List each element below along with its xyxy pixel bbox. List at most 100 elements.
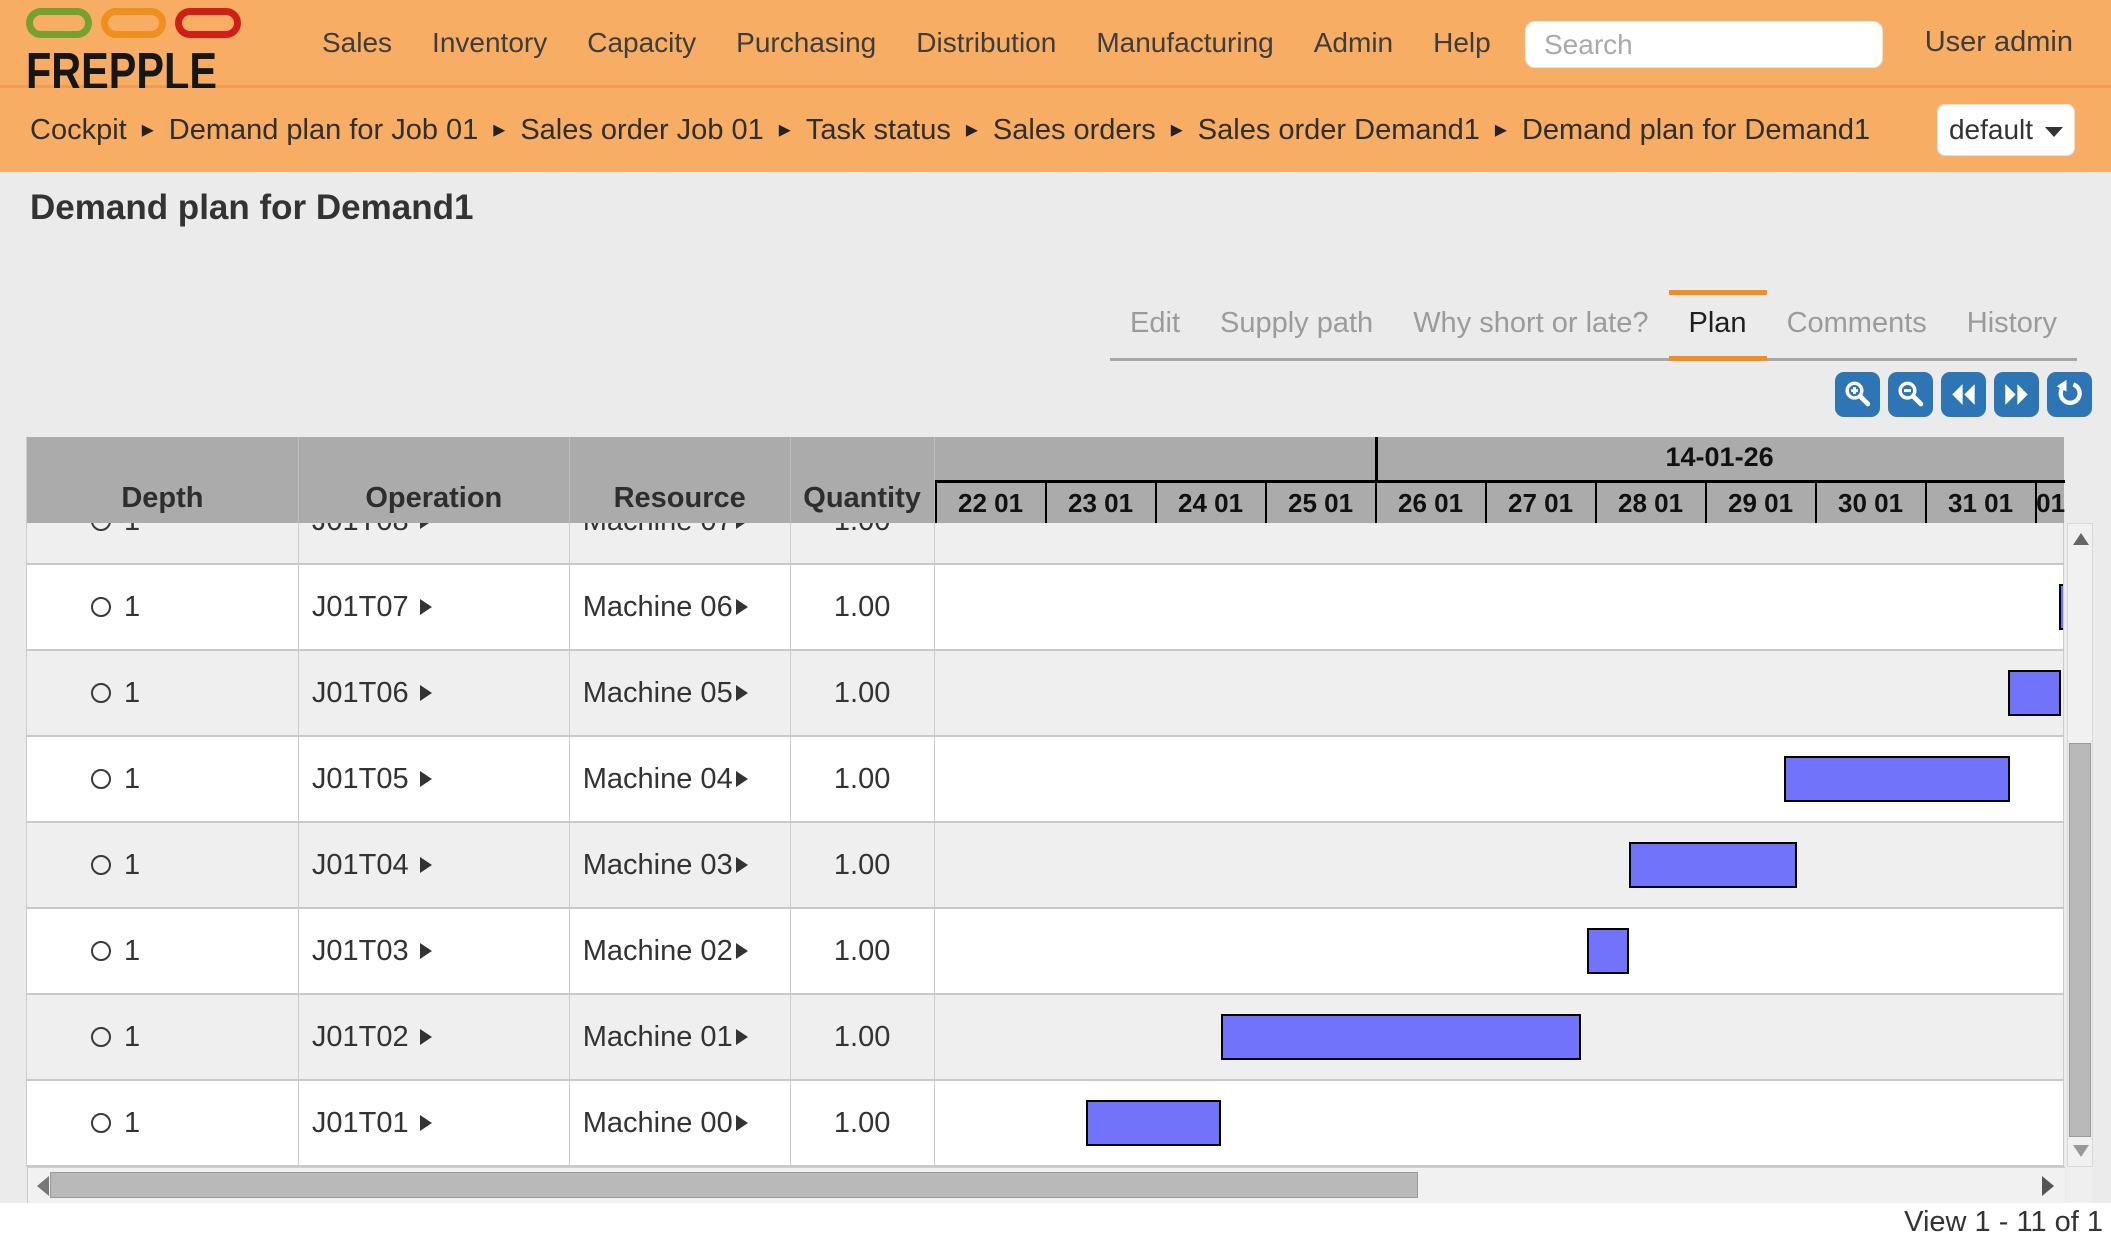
gantt-bar[interactable]: [2008, 670, 2061, 716]
tab-why-short-or-late[interactable]: Why short or late?: [1393, 290, 1668, 358]
gantt-cell: [935, 523, 2064, 563]
column-header-resource: Resource: [570, 437, 791, 523]
depth-value: 1: [124, 1021, 140, 1054]
context-menu-caret-icon[interactable]: [736, 943, 748, 959]
context-menu-caret-icon[interactable]: [420, 943, 432, 959]
menu-item-distribution[interactable]: Distribution: [916, 27, 1056, 59]
gantt-day-26-01: 26 01: [1375, 483, 1485, 523]
scroll-right-icon[interactable]: [2042, 1176, 2054, 1196]
view-selector-button[interactable]: default: [1937, 104, 2075, 156]
zoom-in-button[interactable]: [1835, 372, 1880, 417]
breadcrumb-item-cockpit[interactable]: Cockpit: [30, 114, 127, 147]
scroll-forward-button[interactable]: [1994, 372, 2039, 417]
reset-button[interactable]: [2047, 372, 2092, 417]
context-menu-caret-icon[interactable]: [736, 685, 748, 701]
context-menu-caret-icon[interactable]: [420, 771, 432, 787]
tab-comments[interactable]: Comments: [1767, 290, 1947, 358]
context-menu-caret-icon[interactable]: [420, 1029, 432, 1045]
context-menu-caret-icon[interactable]: [420, 599, 432, 615]
context-menu-caret-icon[interactable]: [736, 857, 748, 873]
gantt-bar[interactable]: [1784, 756, 2010, 802]
context-menu-caret-icon[interactable]: [420, 1115, 432, 1131]
breadcrumb-item-sales-order-job-01[interactable]: Sales order Job 01: [520, 114, 763, 147]
menu-item-help[interactable]: Help: [1433, 27, 1491, 59]
context-menu-caret-icon[interactable]: [736, 599, 748, 615]
resource-label: Machine 03: [583, 849, 733, 882]
menu-item-inventory[interactable]: Inventory: [432, 27, 547, 59]
expand-circle-icon[interactable]: [91, 941, 111, 961]
scroll-up-icon[interactable]: [2073, 533, 2089, 545]
horizontal-scrollbar-thumb[interactable]: [50, 1172, 1418, 1198]
breadcrumb-item-sales-order-demand1[interactable]: Sales order Demand1: [1198, 114, 1480, 147]
quantity-cell: 1.00: [791, 523, 935, 563]
breadcrumb-separator-icon: ▸: [493, 115, 505, 144]
expand-circle-icon[interactable]: [91, 597, 111, 617]
expand-circle-icon[interactable]: [91, 769, 111, 789]
menu-item-capacity[interactable]: Capacity: [587, 27, 696, 59]
context-menu-caret-icon[interactable]: [736, 771, 748, 787]
table-row-j01t05: 1J01T05Machine 041.00: [27, 737, 2064, 823]
menu-item-admin[interactable]: Admin: [1314, 27, 1393, 59]
context-menu-caret-icon[interactable]: [420, 857, 432, 873]
search-input[interactable]: [1525, 21, 1883, 68]
breadcrumb-item-demand-plan-for-job-01[interactable]: Demand plan for Job 01: [169, 114, 479, 147]
gantt-bar[interactable]: [1629, 842, 1797, 888]
breadcrumb-item-demand-plan-for-demand1[interactable]: Demand plan for Demand1: [1522, 114, 1870, 147]
tab-strip: EditSupply pathWhy short or late?PlanCom…: [1110, 290, 2077, 361]
expand-circle-icon[interactable]: [91, 523, 111, 531]
scroll-backward-button[interactable]: [1941, 372, 1986, 417]
tab-supply-path[interactable]: Supply path: [1200, 290, 1393, 358]
depth-cell: 1: [27, 651, 299, 735]
plan-table-main: Depth Operation Resource Quantity 14-01-…: [26, 437, 2064, 1167]
expand-circle-icon[interactable]: [91, 855, 111, 875]
depth-value: 1: [124, 935, 140, 968]
context-menu-caret-icon[interactable]: [736, 1115, 748, 1131]
depth-value: 1: [124, 591, 140, 624]
logo-pill-green-icon: [26, 8, 92, 38]
context-menu-caret-icon[interactable]: [736, 1029, 748, 1045]
scroll-down-icon[interactable]: [2073, 1145, 2089, 1157]
expand-circle-icon[interactable]: [91, 1113, 111, 1133]
context-menu-caret-icon[interactable]: [420, 685, 432, 701]
user-menu[interactable]: User admin: [1925, 0, 2073, 85]
menu-item-purchasing[interactable]: Purchasing: [736, 27, 876, 59]
column-header-depth: Depth: [27, 437, 299, 523]
resource-cell: Machine 07: [570, 523, 791, 563]
gantt-bar[interactable]: [1587, 928, 1629, 974]
menu-item-sales[interactable]: Sales: [322, 27, 392, 59]
vertical-scrollbar[interactable]: [2067, 523, 2093, 1167]
resource-label: Machine 01: [583, 1021, 733, 1054]
context-menu-caret-icon[interactable]: [736, 523, 748, 529]
top-navbar: FREPPLE Sales Inventory Capacity Purchasing…: [0, 0, 2111, 88]
breadcrumb: Cockpit▸Demand plan for Job 01▸Sales ord…: [30, 88, 1870, 172]
gantt-day-27-01: 27 01: [1485, 483, 1595, 523]
gantt-day-28-01: 28 01: [1595, 483, 1705, 523]
expand-circle-icon[interactable]: [91, 1027, 111, 1047]
gantt-bar[interactable]: [2059, 584, 2064, 630]
operation-label: J01T01: [312, 1107, 409, 1140]
depth-value: 1: [124, 763, 140, 796]
frepple-logo[interactable]: FREPPLE: [26, 4, 241, 86]
expand-circle-icon[interactable]: [91, 683, 111, 703]
tab-edit[interactable]: Edit: [1110, 290, 1200, 358]
tab-history[interactable]: History: [1947, 290, 2077, 358]
depth-cell: 1: [27, 823, 299, 907]
scroll-left-icon[interactable]: [37, 1176, 49, 1196]
tab-plan[interactable]: Plan: [1669, 290, 1767, 358]
context-menu-caret-icon[interactable]: [420, 523, 432, 529]
menu-item-manufacturing[interactable]: Manufacturing: [1096, 27, 1273, 59]
operation-label: J01T07: [312, 591, 409, 624]
breadcrumb-item-sales-orders[interactable]: Sales orders: [993, 114, 1156, 147]
zoom-out-button[interactable]: [1888, 372, 1933, 417]
resource-label: Machine 06: [583, 591, 733, 624]
gantt-toolbar: [1835, 372, 2092, 417]
vertical-scrollbar-thumb[interactable]: [2069, 743, 2091, 1137]
magnifier-minus-icon: [1895, 379, 1926, 410]
gantt-bar[interactable]: [1221, 1014, 1581, 1060]
gantt-bar[interactable]: [1086, 1100, 1221, 1146]
operation-cell: J01T03: [299, 909, 570, 993]
quantity-cell: 1.00: [791, 737, 935, 821]
table-row-j01t02: 1J01T02Machine 011.00: [27, 995, 2064, 1081]
horizontal-scrollbar[interactable]: [27, 1167, 2065, 1203]
breadcrumb-item-task-status[interactable]: Task status: [806, 114, 951, 147]
